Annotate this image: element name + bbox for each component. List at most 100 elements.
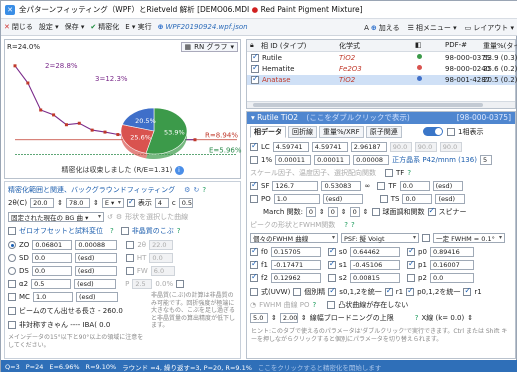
phase-color-dot[interactable] (417, 76, 422, 81)
s1-input[interactable]: -0.45106 (350, 259, 401, 270)
s2-checkbox[interactable] (327, 273, 336, 282)
help-icon[interactable]: ? (344, 221, 348, 229)
zo-radio[interactable] (8, 240, 16, 249)
ts-input[interactable]: 0.0 (402, 193, 433, 204)
help-icon[interactable]: ? (202, 186, 206, 194)
two-theta-from-input[interactable]: 20.0 (30, 197, 55, 208)
col-formula[interactable]: 化学式 (339, 41, 360, 51)
fwhm-mode-dropdown[interactable]: 個々のFWHM 曲線 (250, 232, 338, 243)
f1-checkbox[interactable] (250, 259, 258, 269)
spinner-icon[interactable]: ⇕ (467, 314, 473, 322)
graph-type-dropdown[interactable]: ▦ RN グラフ ▾ (180, 41, 238, 52)
caret-icon[interactable]: ▾ (251, 113, 255, 122)
info-icon[interactable]: i (174, 165, 184, 175)
r1b-checkbox[interactable] (463, 286, 472, 296)
lc-beta-input[interactable]: 90.0 (414, 141, 437, 152)
uvw-checkbox[interactable] (250, 287, 258, 296)
tf-checkbox[interactable] (377, 181, 386, 190)
amor-fw-input[interactable]: 6.0 (150, 265, 175, 276)
s2-input[interactable]: 0.00815 (350, 272, 401, 283)
sg-number[interactable]: 5 (479, 154, 492, 165)
zero-offset-checkbox[interactable] (8, 226, 16, 235)
tab-atoms[interactable]: 原子関連 (365, 126, 402, 138)
f2-checkbox[interactable] (250, 272, 258, 282)
po-input[interactable]: 1.0 (273, 193, 320, 204)
p2-input[interactable]: 0.0 (429, 272, 474, 283)
fwhm-graph-icon[interactable]: ◔ (250, 301, 256, 309)
sd-input[interactable]: 0.0 (31, 252, 72, 263)
psf-dropdown[interactable]: PSF: 擬 Voigt (341, 232, 419, 243)
help-icon[interactable]: ? (313, 301, 317, 309)
single-phase-checkbox[interactable] (447, 127, 455, 136)
e-dropdown[interactable]: E ▾ (101, 197, 124, 208)
amor-p-input[interactable]: 2.5 (132, 278, 153, 289)
c-input[interactable]: 0.5 (178, 197, 193, 208)
f0-checkbox[interactable] (250, 246, 258, 256)
sf-input[interactable]: 126.7 (272, 180, 319, 191)
a2-input[interactable]: 0.5 (31, 278, 72, 289)
lc-a-input[interactable]: 4.59741 (272, 141, 309, 152)
p1-input[interactable]: 0.16007 (429, 259, 474, 270)
ts-checkbox[interactable] (379, 194, 388, 203)
phase-checkbox[interactable] (251, 74, 259, 84)
add-button[interactable]: A ⊕ 加える (364, 23, 399, 33)
phase-row[interactable]: AnataseTiO298-001-428720.5 (0.2) (247, 74, 517, 85)
bg-reset-icon[interactable]: ↺ (107, 213, 113, 221)
wrench-icon[interactable]: ⚙ (184, 186, 190, 194)
lc-b-input[interactable]: 4.59741 (311, 141, 348, 152)
execute-button[interactable]: E ▾ 実行 (125, 22, 151, 32)
mc-checkbox[interactable] (8, 292, 16, 301)
fwhm-const-checkbox[interactable] (422, 233, 430, 242)
march-h[interactable]: 0 (305, 206, 316, 217)
range-from-input[interactable]: 5.0 (250, 312, 268, 323)
help-icon[interactable]: ? (351, 221, 355, 229)
link-icon[interactable]: ∞ (364, 182, 370, 190)
ds-input[interactable]: 0.0 (31, 265, 72, 276)
amorphous-checkbox[interactable] (120, 226, 129, 235)
zo-input[interactable]: 0.06801 (32, 239, 73, 250)
ds-radio[interactable] (8, 266, 16, 275)
single-phase-toggle[interactable] (423, 127, 443, 136)
phase-row[interactable]: HematiteFe2O398-000-024025.6 (0.2) (247, 63, 517, 74)
tf-input[interactable]: 0.0 (399, 180, 430, 191)
phase-row[interactable]: RutileTiO298-000-037553.9 (0.3) (247, 52, 517, 63)
phase-color-dot[interactable] (417, 65, 422, 70)
tab-reflections[interactable]: 回折線 (288, 126, 317, 138)
phase-menu[interactable]: ☰ 相メニュー ▾ (408, 23, 457, 33)
amor-pct-checkbox[interactable] (176, 279, 185, 288)
help-icon[interactable]: ? (177, 227, 181, 235)
march-k[interactable]: 0 (327, 206, 338, 217)
spinner-checkbox[interactable] (427, 206, 436, 216)
asym-checkbox[interactable] (8, 320, 16, 329)
phase-list-scrollbar[interactable] (247, 101, 515, 108)
step-input[interactable]: 4 (154, 197, 169, 208)
sd-radio[interactable] (8, 253, 16, 262)
mc-input[interactable]: 1.0 (32, 291, 73, 302)
spinner-icon[interactable]: ⇕ (301, 314, 307, 322)
refine-button[interactable]: ✔ 精密化 (90, 22, 119, 32)
march-l[interactable]: 0 (349, 206, 360, 217)
p0-input[interactable]: 0.89416 (429, 246, 474, 257)
help-icon[interactable]: ? (110, 227, 114, 235)
p1-checkbox[interactable] (407, 259, 416, 269)
col-phase-id[interactable]: 相 ID (タイプ) (261, 41, 306, 51)
spinner-icon[interactable]: ⇕ (363, 208, 369, 216)
status-hint[interactable]: ここをクリックすると精密化を開始します (258, 362, 382, 372)
p0-checkbox[interactable] (407, 246, 416, 256)
f2-input[interactable]: 0.12962 (270, 272, 321, 283)
bg-settings-icon[interactable]: ⚙ (116, 213, 122, 221)
help-icon[interactable]: ? (407, 169, 411, 177)
po-checkbox[interactable] (250, 194, 258, 203)
show-checkbox[interactable] (126, 197, 135, 207)
p012-checkbox[interactable] (406, 286, 415, 296)
lc-gamma-input[interactable]: 90.0 (439, 141, 462, 152)
layout-menu[interactable]: ▭ レイアウト ▾ (465, 23, 514, 33)
r1-checkbox[interactable] (384, 286, 393, 296)
phase-checkbox[interactable] (251, 52, 259, 62)
spherical-checkbox[interactable] (371, 207, 380, 216)
close-button[interactable]: ✕ 閉じる (4, 22, 33, 32)
tab-weight-xrf[interactable]: 重量%/XRF (319, 126, 364, 138)
s0-input[interactable]: 0.64462 (350, 246, 401, 257)
spinner-icon[interactable]: ⇕ (271, 314, 277, 322)
spinner-icon[interactable]: ⇕ (93, 199, 99, 207)
